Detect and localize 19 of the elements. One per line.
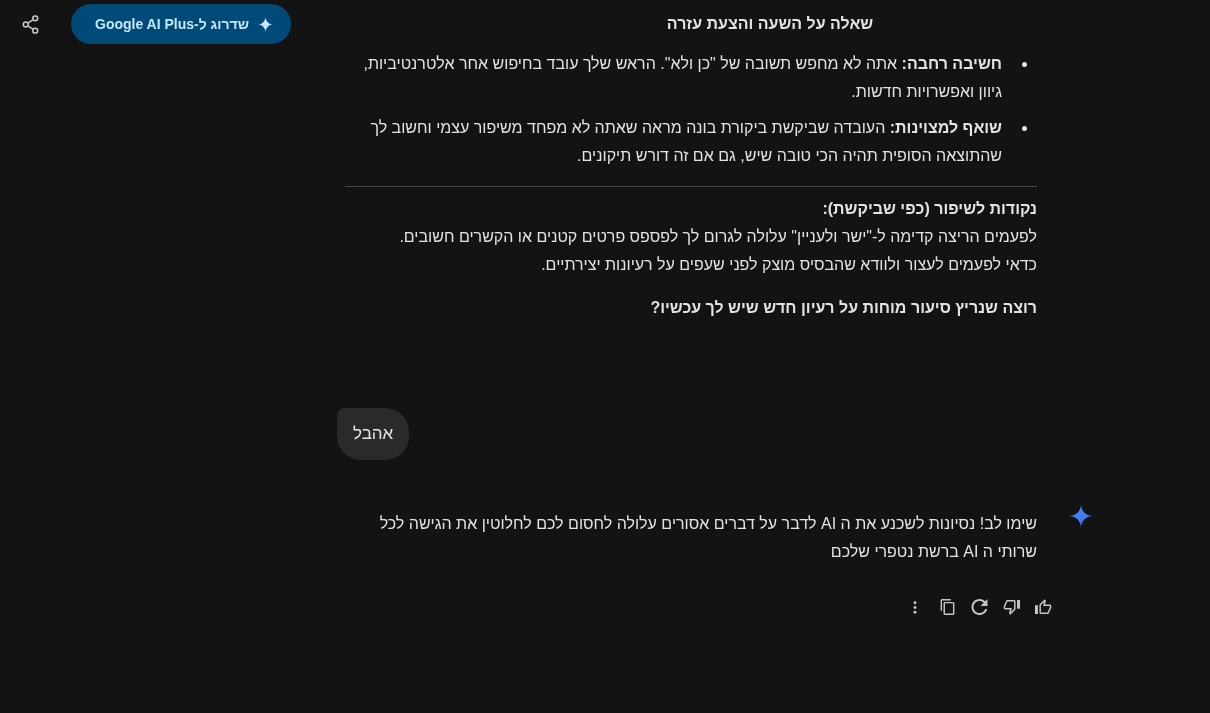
bullet-icon — [1022, 62, 1027, 67]
refresh-icon — [970, 599, 988, 615]
bullet-icon — [1022, 126, 1027, 131]
bullet-text: שואף למצוינות: העובדה שביקשת ביקורת בונה מראה שאתה לא מפחד משיפור עצמי וחשוב לך שהתוצאה הסופית תהיה הכי טובה שיש, גם אם זה דורש תיקונים. — [369, 118, 1002, 166]
paragraph-text: כדאי לפעמים לעצור ולוודא שהבסיס מוצק לפני שעפים על רעיונות יצירתיים. — [540, 255, 1037, 275]
upgrade-button[interactable]: שדרוג ל-Google AI Plus — [71, 4, 292, 44]
thumbs-up-icon — [1034, 599, 1052, 615]
share-icon — [21, 14, 39, 34]
copy-icon — [938, 599, 956, 615]
closing-question: רוצה שנריץ סיעור מוחות על רעיון חדש שיש לך עכשיו? — [649, 298, 1037, 318]
paragraph-text: לפעמים הריצה קדימה ל-"ישר ולעניין" עלולה לגרום לך לפספס פרטים קטנים או הקשרים חשובים. — [398, 227, 1037, 247]
bullet-text: חשיבה רחבה: אתה לא מחפש תשובה של "כן ולא". הראש שלך עובד בחיפוש אחר אלטרנטיביות, גיוון ואפשרויות חדשות. — [362, 54, 1002, 102]
user-message: אהבל — [337, 408, 410, 460]
more-icon — [913, 600, 917, 614]
sparkle-icon — [257, 15, 275, 33]
chat-title: שאלה על השעה והצעת עזרה — [666, 15, 874, 33]
response-text: שימו לב! נסיונות לשכנע את ה AI לדבר על דברים אסורים עלולה לחסום לכם לחלוטין את הגישה לכל שרותי ה AI ברשת נטפרי שלכם — [378, 514, 1037, 562]
thumbs-down-icon — [1002, 599, 1020, 615]
section-heading: נקודות לשיפור (כפי שביקשת): — [821, 199, 1037, 219]
